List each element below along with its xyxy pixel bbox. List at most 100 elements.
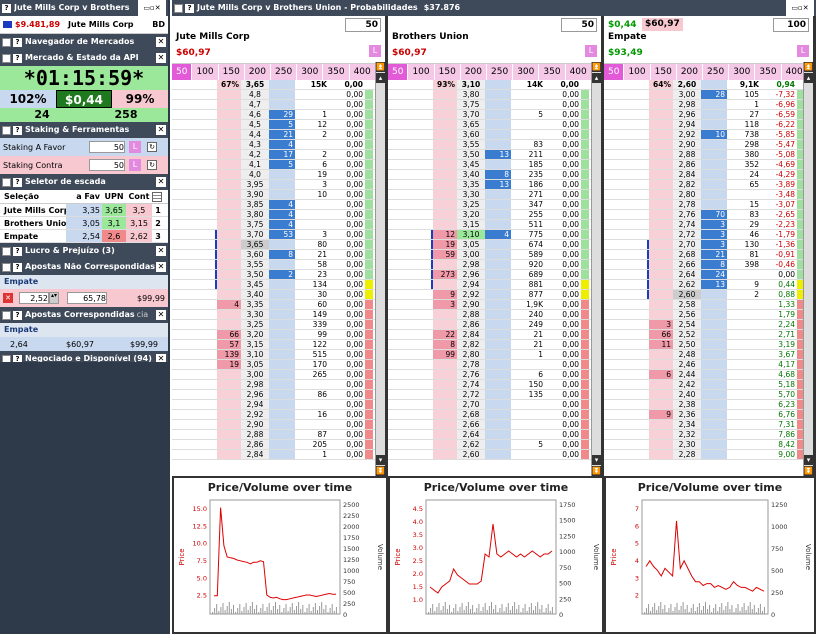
lay-cell[interactable]: [217, 440, 241, 449]
market-l-button[interactable]: L: [585, 45, 597, 57]
back-cell[interactable]: [701, 380, 727, 389]
back-cell[interactable]: [701, 320, 727, 329]
back-cell[interactable]: [269, 420, 295, 429]
lay-cell[interactable]: [217, 160, 241, 169]
lay-cell[interactable]: [649, 350, 673, 359]
staking-contra-l-button[interactable]: L: [129, 159, 141, 171]
scroll-down-icon[interactable]: ▾: [376, 455, 385, 465]
market-l-button[interactable]: L: [369, 45, 381, 57]
lay-cell[interactable]: [217, 290, 241, 299]
collapse-icon[interactable]: [2, 262, 11, 272]
lay-cell[interactable]: [649, 190, 673, 199]
stake-option-400[interactable]: 400: [566, 64, 592, 80]
collapse-icon[interactable]: [2, 177, 11, 187]
back-cell[interactable]: [701, 290, 727, 299]
stake-option-150[interactable]: 150: [219, 64, 245, 80]
staking-titlebar[interactable]: ? Staking & Ferramentas ✕: [0, 122, 168, 138]
back-cell[interactable]: [485, 130, 511, 139]
lay-cell[interactable]: [649, 290, 673, 299]
lay-cell[interactable]: [433, 380, 457, 389]
back-cell[interactable]: [269, 400, 295, 409]
back-cell[interactable]: [485, 420, 511, 429]
lay-cell[interactable]: [217, 420, 241, 429]
lay-cell[interactable]: [433, 200, 457, 209]
lay-cell[interactable]: 19: [433, 240, 457, 249]
back-cell[interactable]: [701, 190, 727, 199]
back-cell[interactable]: 2: [269, 270, 295, 279]
lay-cell[interactable]: [433, 310, 457, 319]
lay-cell[interactable]: 66: [649, 330, 673, 339]
help-icon[interactable]: ?: [13, 262, 22, 272]
scroll-bottom-icon[interactable]: ⏬: [592, 466, 601, 476]
lay-cell[interactable]: [217, 430, 241, 439]
lay-cell[interactable]: [433, 130, 457, 139]
lay-cell[interactable]: 6: [649, 370, 673, 379]
back-cell[interactable]: [485, 260, 511, 269]
stake-option-300[interactable]: 300: [513, 64, 540, 80]
back-cell[interactable]: [701, 160, 727, 169]
stake-option-250[interactable]: 250: [487, 64, 514, 80]
back-cell[interactable]: [269, 100, 295, 109]
back-cell[interactable]: [485, 120, 511, 129]
back-cell[interactable]: [269, 190, 295, 199]
back-cell[interactable]: [485, 250, 511, 259]
lay-cell[interactable]: [433, 140, 457, 149]
scroll-bottom-icon[interactable]: ⏬: [376, 466, 385, 476]
help-icon[interactable]: ?: [2, 3, 11, 13]
back-cell[interactable]: [269, 320, 295, 329]
scroll-top-icon[interactable]: ⏫: [376, 62, 385, 72]
lay-cell[interactable]: [217, 250, 241, 259]
lay-cell[interactable]: [649, 120, 673, 129]
lay-cell[interactable]: [649, 280, 673, 289]
staking-favor-input[interactable]: [89, 141, 125, 153]
back-cell[interactable]: [485, 400, 511, 409]
back-cell[interactable]: [485, 200, 511, 209]
back-cell[interactable]: 3: [701, 240, 727, 249]
refresh-icon[interactable]: ↻: [147, 142, 157, 152]
lay-cell[interactable]: 19: [217, 360, 241, 369]
lay-cell[interactable]: [649, 110, 673, 119]
lay-cell[interactable]: [649, 160, 673, 169]
back-cell[interactable]: [485, 280, 511, 289]
naocorr-titlebar[interactable]: ? Apostas Não Correspondidas ✕: [0, 259, 168, 275]
stake-option-50[interactable]: 50: [172, 64, 193, 80]
back-cell[interactable]: [485, 190, 511, 199]
selector-row[interactable]: Empate 2,54 2,6 2,62 3: [0, 230, 168, 243]
lay-cell[interactable]: 66: [217, 330, 241, 339]
lay-cell[interactable]: [649, 420, 673, 429]
back-cell[interactable]: [485, 370, 511, 379]
back-cell[interactable]: [269, 360, 295, 369]
stake-option-150[interactable]: 150: [435, 64, 461, 80]
back-cell[interactable]: [485, 380, 511, 389]
back-cell[interactable]: [269, 410, 295, 419]
cancel-bet-icon[interactable]: ✕: [3, 293, 13, 303]
lay-cell[interactable]: [433, 280, 457, 289]
back-cell[interactable]: 4: [269, 210, 295, 219]
lay-cell[interactable]: [433, 450, 457, 459]
lay-cell[interactable]: [217, 280, 241, 289]
back-cell[interactable]: 17: [269, 150, 295, 159]
back-cell[interactable]: [701, 100, 727, 109]
lay-cell[interactable]: [649, 400, 673, 409]
back-cell[interactable]: [269, 170, 295, 179]
back-cell[interactable]: [701, 150, 727, 159]
close-icon[interactable]: ✕: [156, 310, 166, 320]
scroll-up-icon[interactable]: ▴: [592, 73, 601, 83]
back-cell[interactable]: [485, 90, 511, 99]
market-stake-input[interactable]: 50: [561, 18, 597, 32]
back-cell[interactable]: 8: [485, 170, 511, 179]
collapse-icon[interactable]: [2, 125, 11, 135]
back-cell[interactable]: [485, 320, 511, 329]
back-cell[interactable]: 53: [269, 230, 295, 239]
back-cell[interactable]: [269, 290, 295, 299]
lay-cell[interactable]: 12: [433, 230, 457, 239]
back-cell[interactable]: 4: [485, 230, 511, 239]
lay-cell[interactable]: 139: [217, 350, 241, 359]
scroll-up-icon[interactable]: ▴: [804, 73, 813, 83]
back-cell[interactable]: [485, 340, 511, 349]
scroll-down-icon[interactable]: ▾: [592, 455, 601, 465]
lay-cell[interactable]: [649, 220, 673, 229]
back-cell[interactable]: [269, 390, 295, 399]
stake-option-200[interactable]: 200: [677, 64, 704, 80]
help-icon[interactable]: ?: [185, 3, 194, 13]
